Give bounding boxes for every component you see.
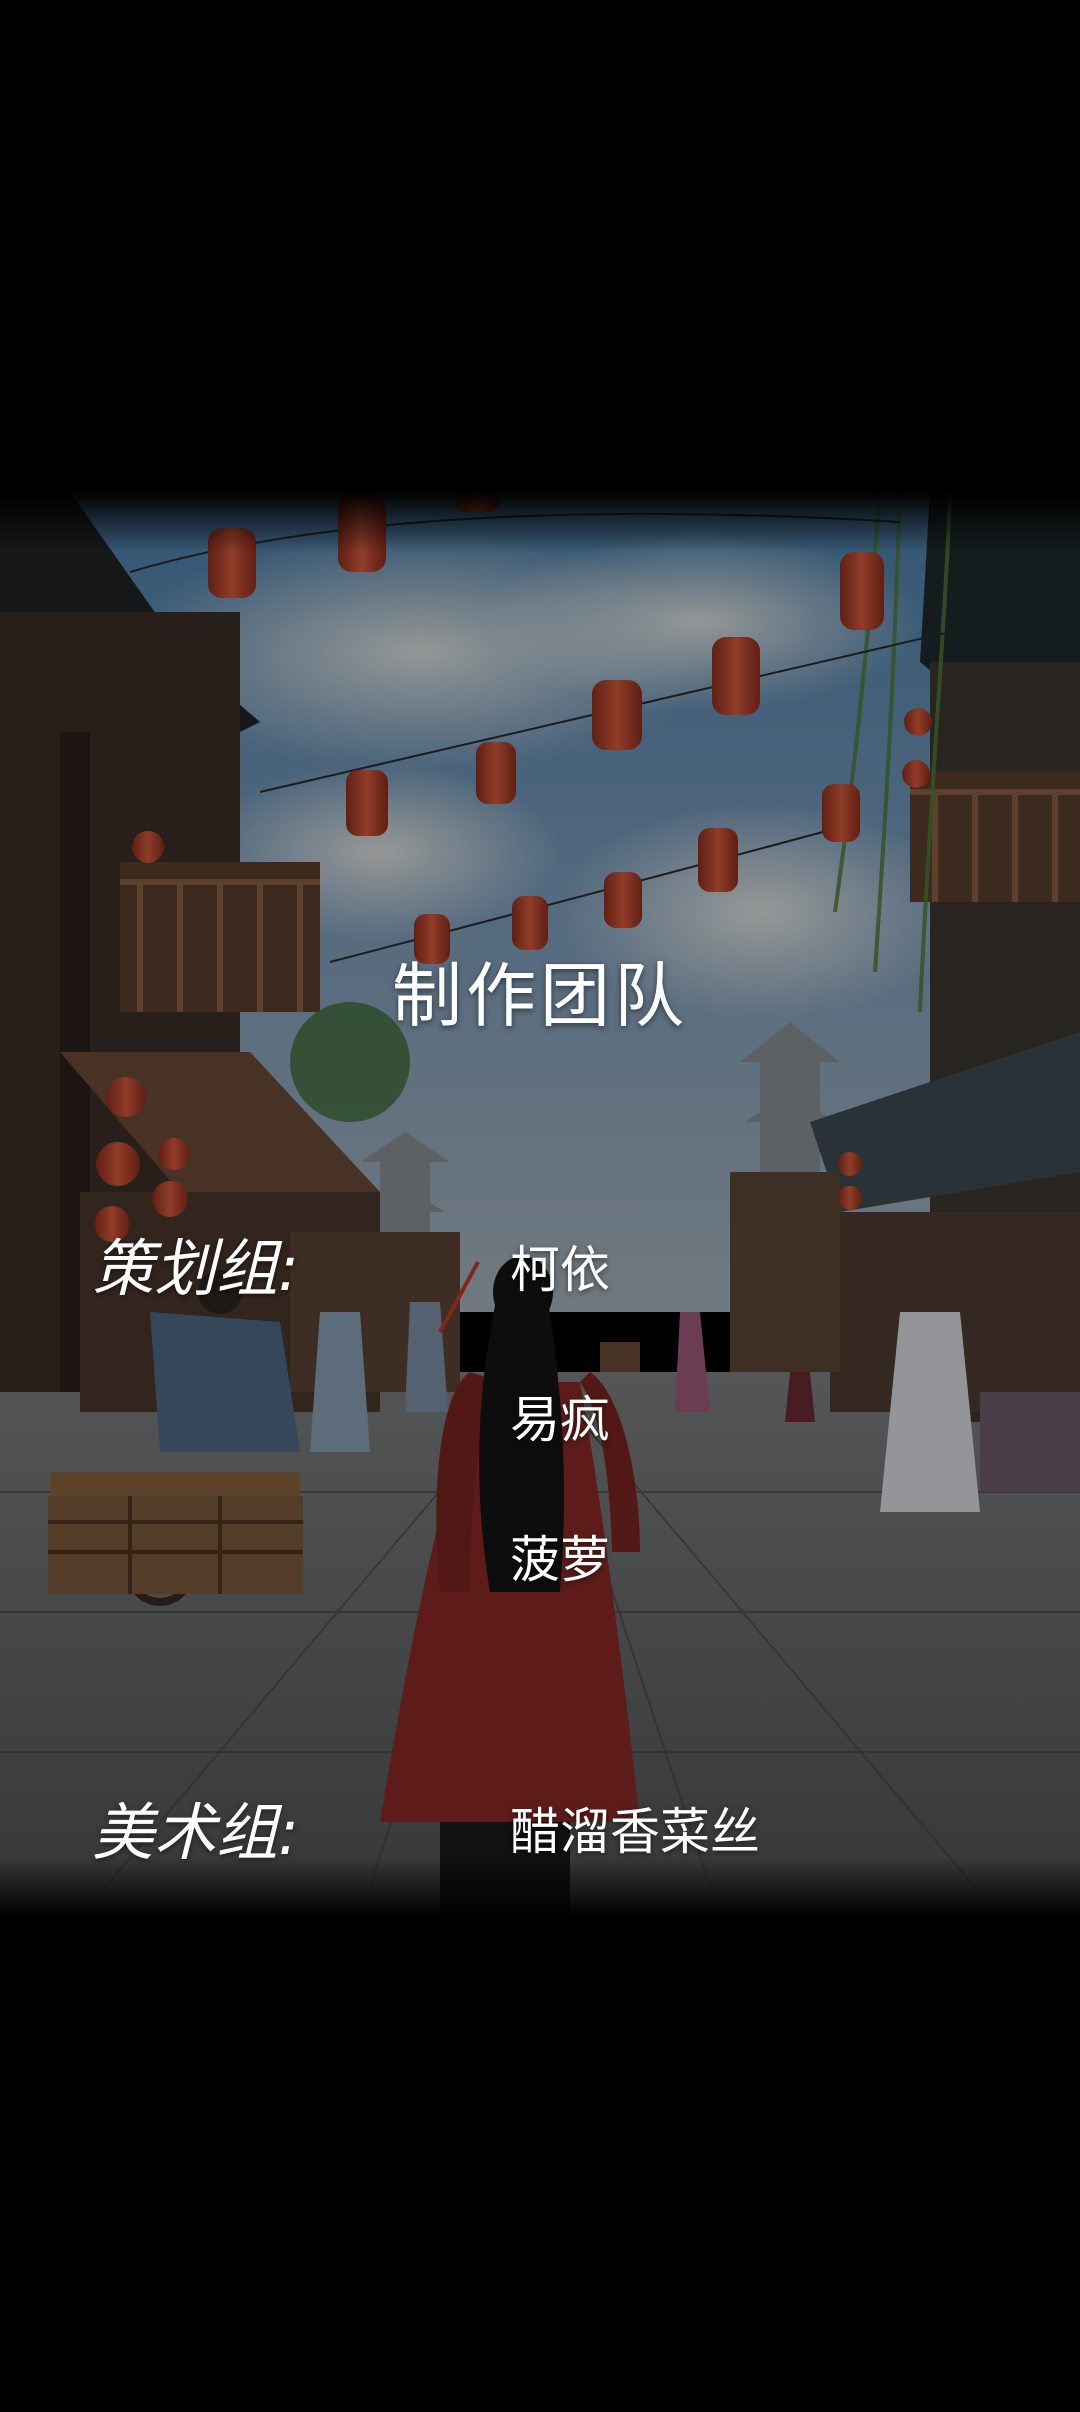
ancient-street-illustration [0, 492, 1080, 1917]
art-member-1: 醋溜香菜丝 [510, 1803, 760, 1861]
planning-member-3: 菠萝 [510, 1531, 610, 1589]
art-group-label: 美术组: [92, 1796, 299, 1869]
credits-title: 制作团队 [392, 955, 688, 1037]
background-scene [0, 492, 1080, 1917]
planning-member-2: 易疯 [510, 1391, 610, 1449]
credits-screen: 制作团队 策划组: 柯依 易疯 菠萝 美术组: 醋溜香菜丝 [0, 0, 1080, 2412]
planning-group-label: 策划组: [92, 1232, 299, 1305]
planning-member-1: 柯依 [510, 1241, 610, 1299]
